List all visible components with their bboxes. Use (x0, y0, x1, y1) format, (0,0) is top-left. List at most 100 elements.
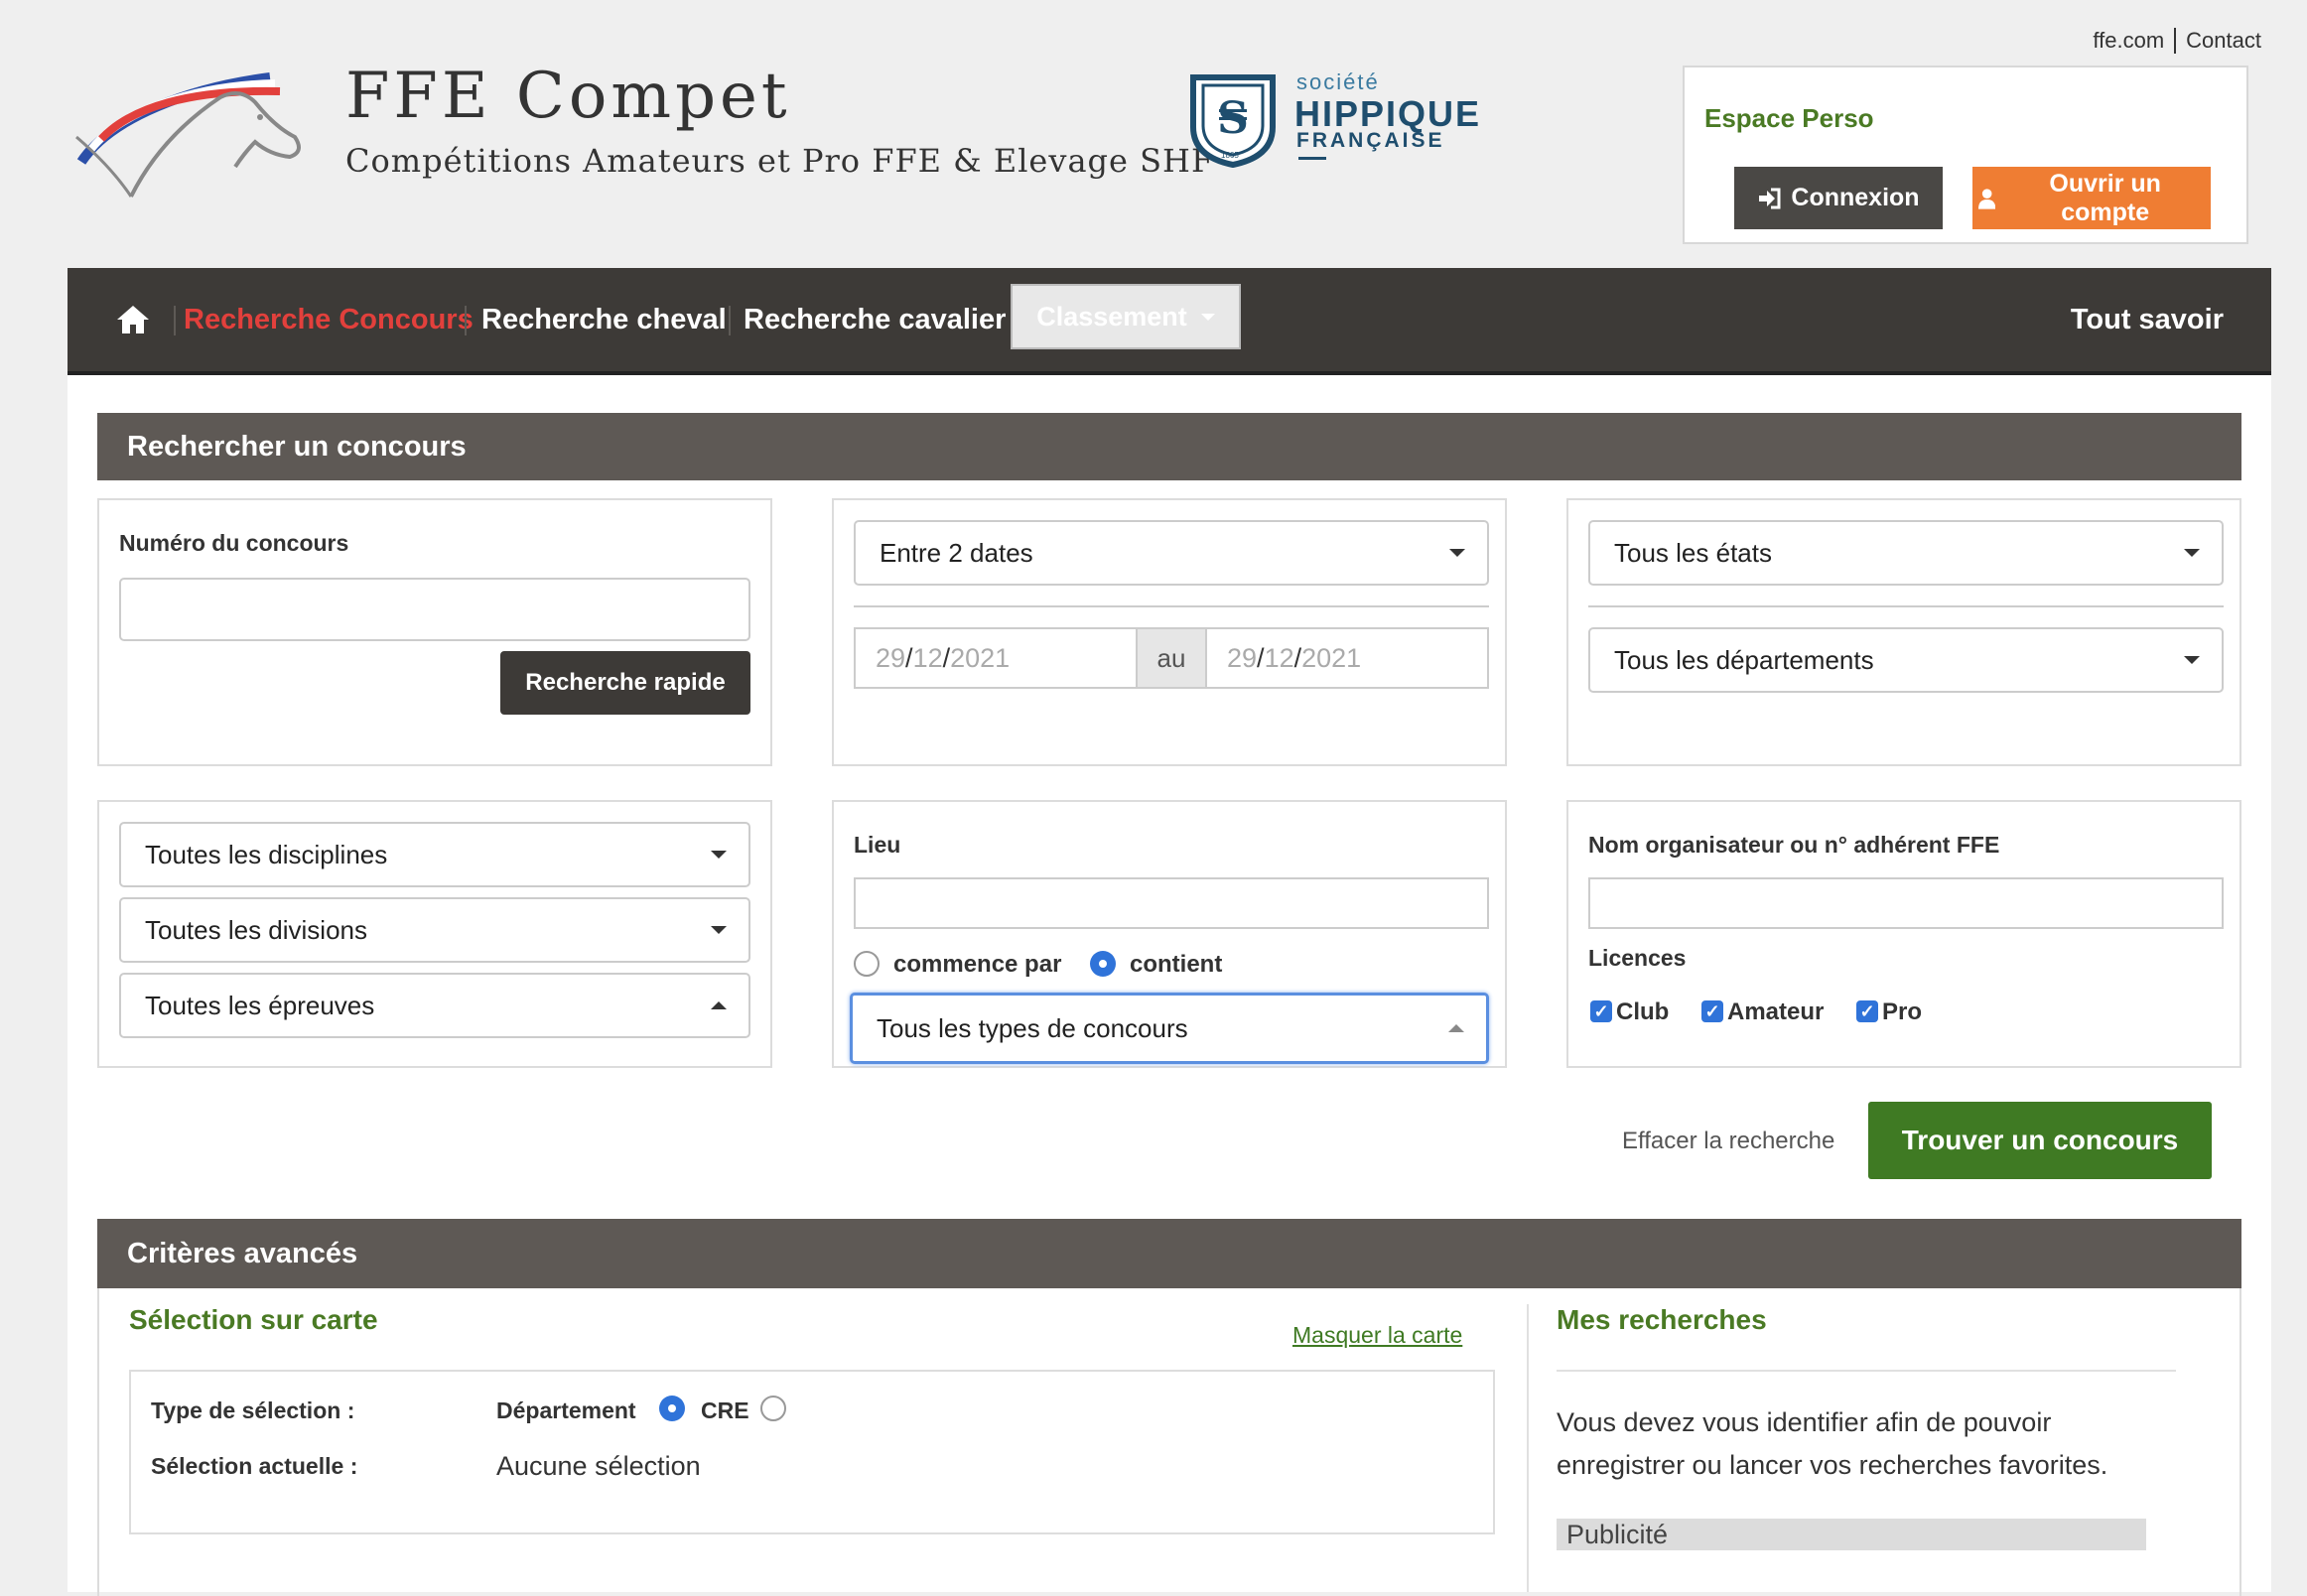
site-subtitle: Compétitions Amateurs et Pro FFE & Eleva… (345, 142, 1215, 180)
etats-panel: Tous les états Tous les départements (1566, 498, 2241, 766)
radio-contient[interactable] (1090, 951, 1116, 977)
divider (1557, 1370, 2176, 1372)
date-au-label: au (1138, 627, 1205, 689)
nav-separator (174, 306, 176, 335)
chevron-down-icon (1200, 313, 1215, 321)
dates-panel: Entre 2 dates 29/12/2021 au 29/12/2021 (832, 498, 1507, 766)
nav-recherche-cheval[interactable]: Recherche cheval (481, 268, 727, 371)
home-icon (117, 306, 149, 333)
ouvrir-compte-label: Ouvrir un compte (2049, 169, 2161, 226)
search-section-header: Rechercher un concours (97, 413, 2241, 480)
user-icon (1978, 188, 1996, 209)
type-selection-label: Type de sélection : (151, 1397, 355, 1423)
divider (854, 605, 1489, 607)
map-section-title: Sélection sur carte (129, 1304, 378, 1335)
recherche-rapide-button[interactable]: Recherche rapide (500, 651, 750, 715)
caret-up-icon (711, 1001, 727, 1009)
date-to-yyyy: 2021 (1301, 642, 1362, 673)
nav-recherche-cavalier[interactable]: Recherche cavalier (744, 268, 1006, 371)
numero-input[interactable] (119, 578, 750, 641)
date-mode-value: Entre 2 dates (880, 537, 1033, 568)
mes-recherches-text: Vous devez vous identifier afin de pouvo… (1557, 1407, 2108, 1480)
classement-dropdown[interactable]: Classement (1011, 284, 1241, 349)
mes-recherches-title: Mes recherches (1557, 1304, 1767, 1335)
divider (1588, 605, 2224, 607)
departement-select[interactable]: Tous les départements (1588, 627, 2224, 693)
type-concours-value: Tous les types de concours (877, 1012, 1188, 1043)
column-divider (1527, 1304, 1529, 1592)
etat-value: Tous les états (1614, 537, 1772, 568)
connexion-button[interactable]: Connexion (1734, 167, 1943, 229)
caret-down-icon (2184, 549, 2200, 557)
etat-select[interactable]: Tous les états (1588, 520, 2224, 586)
date-from-mm: 12 (912, 642, 943, 673)
ffe-link[interactable]: ffe.com (2083, 28, 2174, 54)
radio-contient-label: contient (1130, 951, 1223, 978)
contact-link[interactable]: Contact (2174, 28, 2271, 54)
date-to-input[interactable]: 29/12/2021 (1205, 627, 1489, 689)
caret-up-icon (1448, 1024, 1464, 1032)
opt-cre-label: CRE (701, 1397, 749, 1423)
disciplines-panel: Toutes les disciplines Toutes les divisi… (97, 800, 772, 1068)
nav-separator (729, 306, 731, 335)
licence-pro-checkbox[interactable]: ✓ (1856, 1000, 1878, 1022)
masquer-carte-link[interactable]: Masquer la carte (1292, 1322, 1462, 1349)
opt-departement-label: Département (496, 1397, 636, 1423)
caret-down-icon (2184, 656, 2200, 664)
date-to-dd: 29 (1227, 642, 1258, 673)
nav-tout-savoir[interactable]: Tout savoir (2071, 268, 2224, 371)
home-link[interactable] (115, 268, 151, 371)
date-from-dd: 29 (876, 642, 906, 673)
radio-commence-par[interactable] (854, 951, 880, 977)
numero-panel: Numéro du concours Recherche rapide (97, 498, 772, 766)
shf-underline (1298, 157, 1326, 160)
classement-label: Classement (1036, 301, 1187, 332)
shf-logo[interactable]: S 1865 société HIPPIQUE FRANÇAISE (1187, 67, 1485, 177)
caret-down-icon (711, 851, 727, 859)
division-select[interactable]: Toutes les divisions (119, 897, 750, 963)
type-concours-select[interactable]: Tous les types de concours (850, 993, 1489, 1064)
epreuve-select[interactable]: Toutes les épreuves (119, 973, 750, 1038)
radio-cre[interactable] (760, 1396, 786, 1421)
date-to-mm: 12 (1264, 642, 1294, 673)
epreuve-value: Toutes les épreuves (145, 990, 375, 1020)
licence-club-checkbox[interactable]: ✓ (1590, 1000, 1612, 1022)
ffe-horse-logo-icon[interactable] (71, 58, 310, 201)
espace-perso-title: Espace Perso (1704, 103, 1874, 133)
login-icon (1759, 188, 1781, 208)
lieu-label: Lieu (854, 832, 901, 858)
current-selection-label: Sélection actuelle : (151, 1453, 358, 1479)
advanced-section-header: Critères avancés (97, 1219, 2241, 1288)
nav-separator (465, 306, 467, 335)
main-nav: Recherche Concours Recherche cheval Rech… (68, 268, 2271, 375)
lieu-input[interactable] (854, 877, 1489, 929)
top-links: ffe.com Contact (2083, 28, 2271, 54)
trouver-concours-button[interactable]: Trouver un concours (1868, 1102, 2212, 1179)
nav-recherche-concours[interactable]: Recherche Concours (184, 268, 474, 371)
discipline-select[interactable]: Toutes les disciplines (119, 822, 750, 887)
connexion-label: Connexion (1791, 184, 1920, 211)
effacer-recherche-link[interactable]: Effacer la recherche (1622, 1128, 1834, 1155)
discipline-value: Toutes les disciplines (145, 839, 388, 869)
espace-perso-panel: Espace Perso Connexion Ouvrir un compte (1683, 66, 2248, 244)
organisateur-input[interactable] (1588, 877, 2224, 929)
date-from-input[interactable]: 29/12/2021 (854, 627, 1138, 689)
publicite-label: Publicité (1557, 1519, 2146, 1550)
shf-year: 1865 (1221, 151, 1239, 160)
licences-label: Licences (1588, 945, 1687, 971)
licence-amateur-label: Amateur (1727, 998, 1825, 1025)
shf-line1: société (1296, 69, 1380, 94)
ouvrir-compte-button[interactable]: Ouvrir un compte (1972, 167, 2211, 229)
organisateur-label: Nom organisateur ou n° adhérent FFE (1588, 832, 2000, 858)
licence-pro-label: Pro (1882, 998, 1923, 1025)
caret-down-icon (1449, 549, 1465, 557)
main-content: Rechercher un concours Numéro du concour… (68, 375, 2271, 1596)
date-mode-select[interactable]: Entre 2 dates (854, 520, 1489, 586)
organisateur-panel: Nom organisateur ou n° adhérent FFE Lice… (1566, 800, 2241, 1068)
radio-commence-par-label: commence par (893, 951, 1062, 978)
radio-departement[interactable] (659, 1396, 685, 1421)
licence-club-label: Club (1616, 998, 1670, 1025)
licence-amateur-checkbox[interactable]: ✓ (1701, 1000, 1723, 1022)
date-from-yyyy: 2021 (950, 642, 1011, 673)
current-selection-value: Aucune sélection (496, 1451, 701, 1481)
